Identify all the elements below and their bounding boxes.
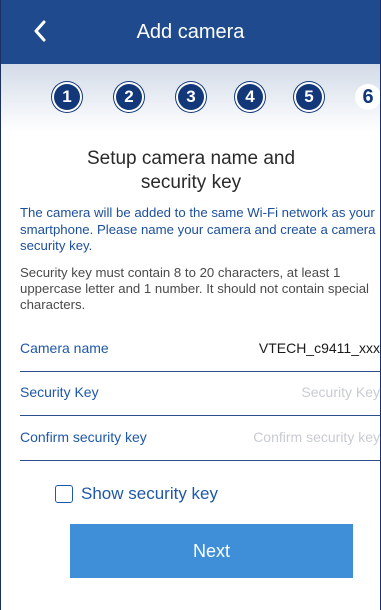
step-5: 5 — [296, 84, 322, 110]
step-4: 4 — [237, 84, 263, 110]
security-key-rules: Security key must contain 8 to 20 charac… — [20, 265, 369, 312]
page-title: Add camera — [136, 21, 245, 43]
section-title: Setup camera name and security key — [41, 147, 341, 195]
security-key-field: Security Key — [20, 372, 380, 416]
camera-name-input[interactable] — [200, 340, 380, 356]
step-1: 1 — [54, 84, 80, 110]
confirm-key-label: Confirm security key — [20, 429, 147, 445]
step-2: 2 — [116, 84, 142, 110]
confirm-key-field: Confirm security key — [20, 417, 380, 461]
step-3: 3 — [178, 84, 204, 110]
show-key-checkbox[interactable] — [55, 485, 73, 503]
add-camera-screen: Add camera 1 2 3 4 5 6 Setup camera name… — [0, 0, 381, 610]
show-security-key-toggle[interactable]: Show security key — [55, 482, 218, 506]
section-title-line-2: security key — [140, 172, 242, 193]
step-indicator: 1 2 3 4 5 6 — [1, 84, 380, 114]
info-text: The camera will be added to the same Wi-… — [20, 205, 376, 253]
section-title-line-1: Setup camera name and — [86, 148, 296, 169]
confirm-key-input[interactable] — [240, 429, 380, 445]
next-button[interactable]: Next — [70, 524, 353, 578]
show-key-label: Show security key — [81, 484, 218, 503]
camera-name-label: Camera name — [20, 340, 109, 356]
camera-name-field: Camera name — [20, 328, 380, 372]
security-key-label: Security Key — [20, 384, 99, 400]
step-6-current: 6 — [355, 84, 380, 110]
header-bar: Add camera — [1, 0, 380, 64]
security-key-input[interactable] — [240, 384, 380, 400]
